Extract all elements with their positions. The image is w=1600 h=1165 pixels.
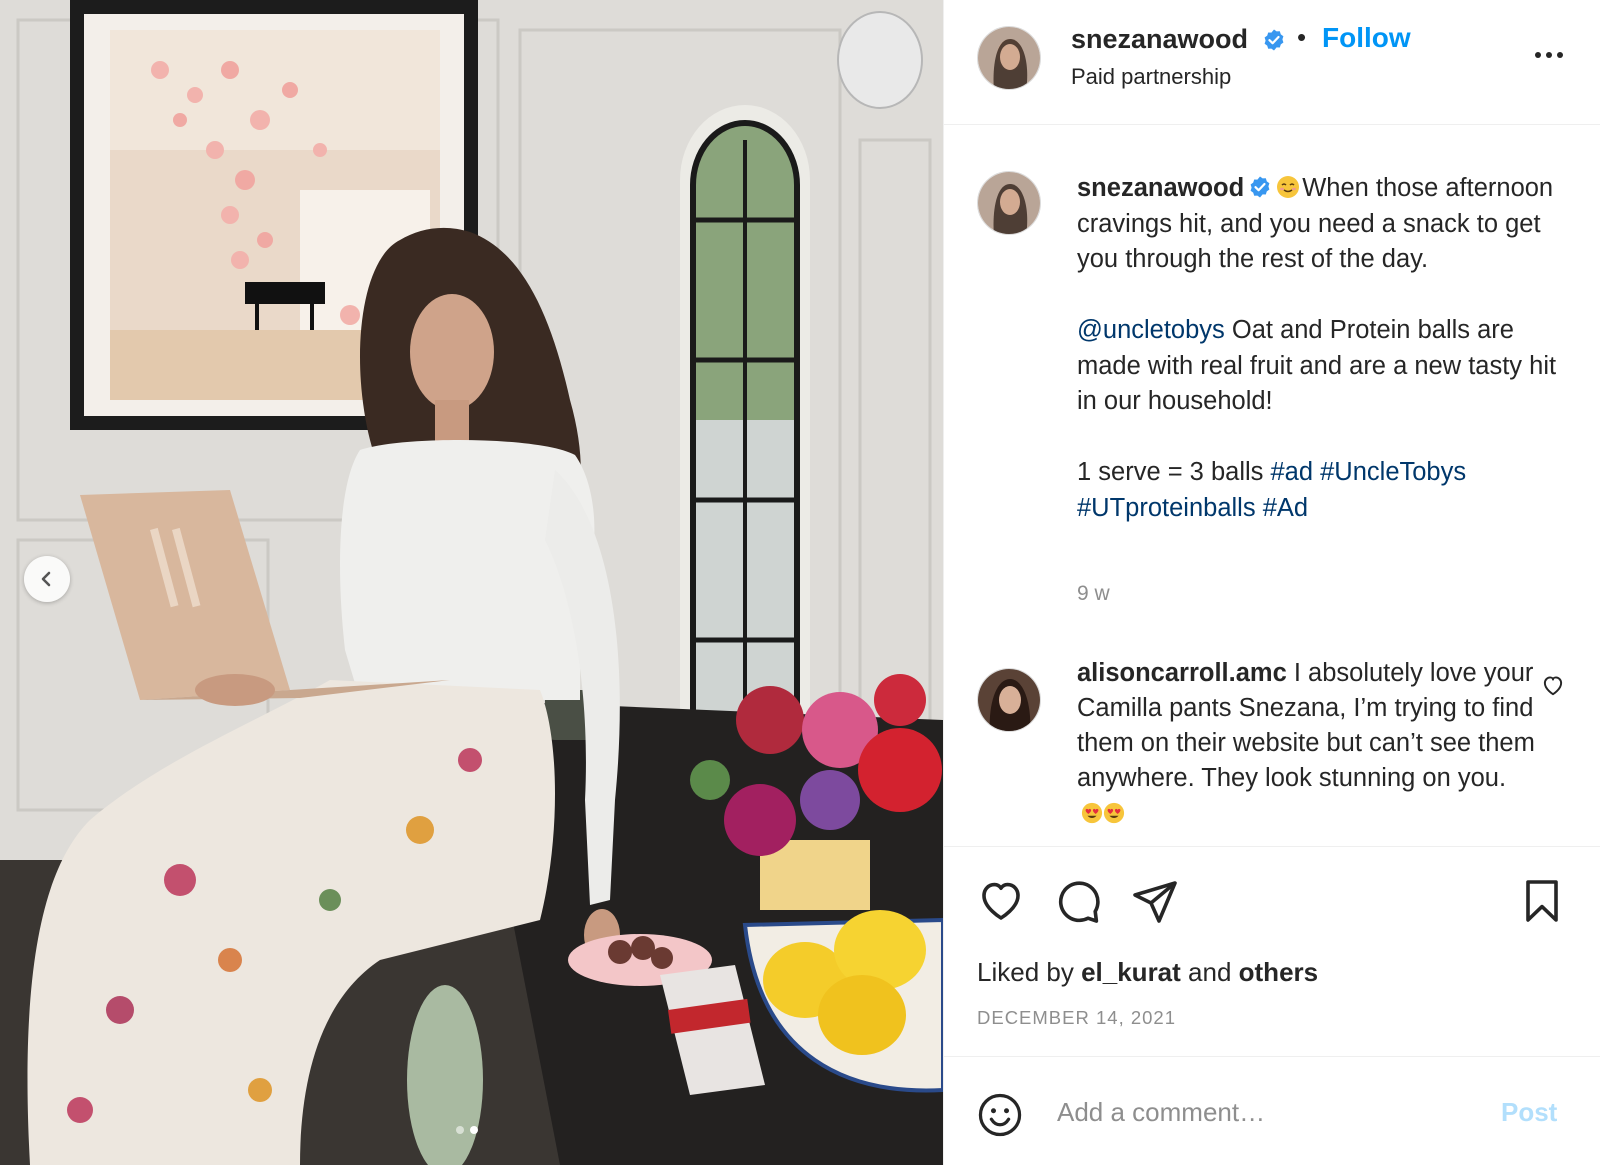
hashtag-link[interactable]: #Ad <box>1263 494 1308 522</box>
heart-eyes-emoji-icon <box>1081 802 1103 824</box>
heart-eyes-emoji-icon <box>1103 802 1125 824</box>
add-comment-bar: Post <box>944 1056 1600 1165</box>
post-comment-button[interactable]: Post <box>1501 1097 1557 1128</box>
heart-icon[interactable] <box>977 877 1025 925</box>
carousel-dot <box>456 1126 464 1134</box>
caption-paragraph-3: 1 serve = 3 balls #ad #UncleTobys #UTpro… <box>1077 455 1577 526</box>
relieved-face-emoji-icon <box>1277 176 1300 198</box>
comment-like-heart-icon[interactable] <box>1540 672 1566 698</box>
post-date[interactable]: DECEMBER 14, 2021 <box>977 1007 1176 1029</box>
carousel-dot-active <box>470 1126 478 1134</box>
more-options-icon[interactable] <box>1529 40 1569 70</box>
hashtag-link[interactable]: #ad <box>1270 458 1313 486</box>
header-separator: • <box>1297 22 1307 52</box>
author-username[interactable]: snezanawood <box>1071 24 1248 55</box>
commenter-username[interactable]: alisoncarroll.amc <box>1077 659 1287 687</box>
comments-area[interactable]: snezanawood When those afternoon cravings… <box>944 126 1600 846</box>
hashtag-link[interactable]: #UncleTobys <box>1320 458 1466 486</box>
likes-others-link[interactable]: others <box>1239 957 1318 987</box>
post-photo <box>0 0 943 1165</box>
smile-icon[interactable] <box>977 1092 1023 1138</box>
comment-input[interactable] <box>1057 1087 1477 1137</box>
carousel-dots <box>456 1126 478 1134</box>
liker-username[interactable]: el_kurat <box>1081 957 1181 987</box>
chevron-left-icon <box>41 571 51 587</box>
post-image <box>0 0 943 1165</box>
carousel-prev-button[interactable] <box>24 556 70 602</box>
post-actions: Liked by el_kurat and others DECEMBER 14… <box>944 846 1600 1056</box>
post-age[interactable]: 9 w <box>1077 582 1110 606</box>
paper-plane-icon[interactable] <box>1131 877 1179 925</box>
verified-badge-icon <box>1264 29 1284 51</box>
post-sidebar: snezanawood • Follow Paid partnership sn… <box>943 0 1600 1165</box>
caption-author-avatar[interactable] <box>977 171 1041 235</box>
follow-button[interactable]: Follow <box>1322 22 1411 54</box>
paid-partnership-label[interactable]: Paid partnership <box>1071 64 1231 90</box>
post-header: snezanawood • Follow Paid partnership <box>944 0 1600 125</box>
post-caption: snezanawood When those afternoon cravings… <box>1077 171 1577 526</box>
author-avatar[interactable] <box>977 26 1041 90</box>
mention-link[interactable]: @uncletobys <box>1077 316 1225 344</box>
bookmark-icon[interactable] <box>1518 877 1566 925</box>
verified-badge-icon <box>1250 176 1270 198</box>
likes-prefix: Liked by <box>977 957 1082 987</box>
likes-middle: and <box>1180 957 1239 987</box>
hashtag-link[interactable]: #UTproteinballs <box>1077 494 1256 522</box>
likes-summary: Liked by el_kurat and others <box>977 957 1318 988</box>
commenter-avatar[interactable] <box>977 668 1041 732</box>
comment-bubble-icon[interactable] <box>1054 877 1102 925</box>
caption-text-3: 1 serve = 3 balls <box>1077 458 1271 486</box>
caption-paragraph-2: @uncletobys Oat and Protein balls are ma… <box>1077 313 1577 420</box>
caption-username[interactable]: snezanawood <box>1077 174 1244 202</box>
comment-item: alisoncarroll.amc I absolutely love your… <box>1077 656 1537 831</box>
